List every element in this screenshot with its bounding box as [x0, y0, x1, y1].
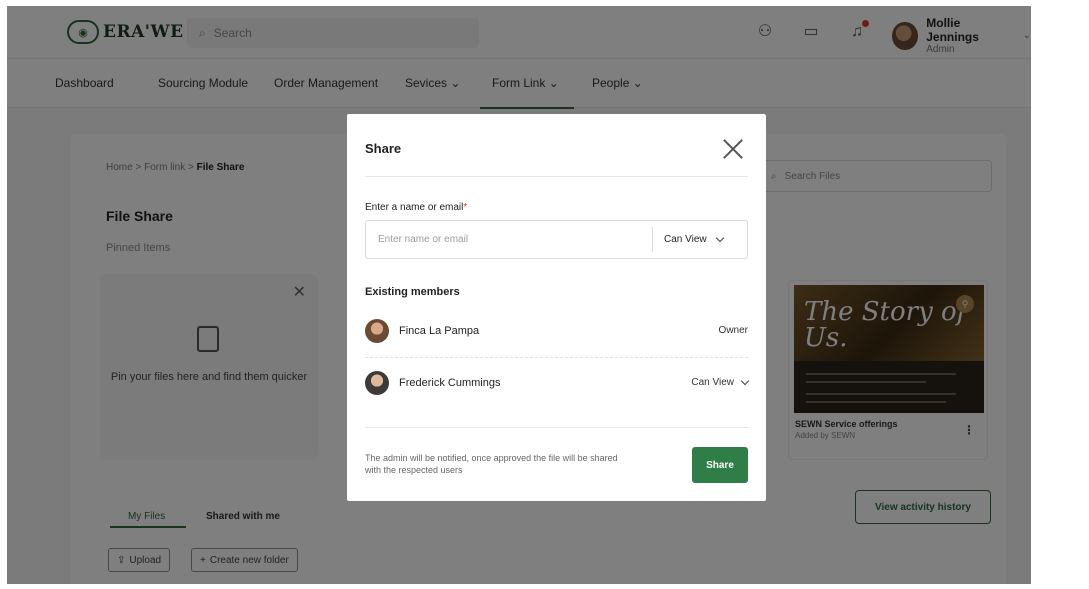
member-role: Owner [718, 325, 748, 336]
required-mark: * [463, 202, 468, 213]
chevron-down-icon [740, 376, 750, 386]
name-email-label: Enter a name or email* [365, 202, 467, 213]
member-role: Can View [691, 377, 734, 388]
avatar [365, 319, 389, 343]
divider [365, 427, 748, 428]
existing-members-heading: Existing members [365, 286, 460, 298]
divider [365, 176, 748, 177]
member-divider [365, 357, 748, 358]
permission-value: Can View [664, 234, 707, 245]
member-role-select[interactable]: Can View [691, 376, 750, 388]
field-label-text: Enter a name or email [365, 202, 464, 213]
chevron-down-icon [715, 233, 724, 243]
share-dialog: Share Enter a name or email* Can View Ex… [347, 114, 766, 501]
approval-note: The admin will be notified, once approve… [365, 453, 618, 475]
member-row: Finca La Pampa Owner [365, 319, 748, 347]
name-email-input[interactable] [366, 221, 652, 258]
dialog-title: Share [365, 141, 402, 156]
member-name: Finca La Pampa [399, 325, 480, 337]
input-separator [652, 227, 653, 252]
avatar [365, 371, 389, 395]
member-row: Frederick Cummings Can View [365, 371, 750, 399]
close-icon[interactable] [722, 138, 744, 160]
permission-select[interactable]: Can View [664, 221, 724, 258]
share-button[interactable]: Share [692, 447, 748, 483]
app-window: ◉ ERA'WE ⌕ Search ⚇ ▭ ♫ Mollie Jennings … [7, 6, 1031, 584]
member-name: Frederick Cummings [399, 377, 501, 389]
share-input-group: Can View [365, 220, 748, 259]
